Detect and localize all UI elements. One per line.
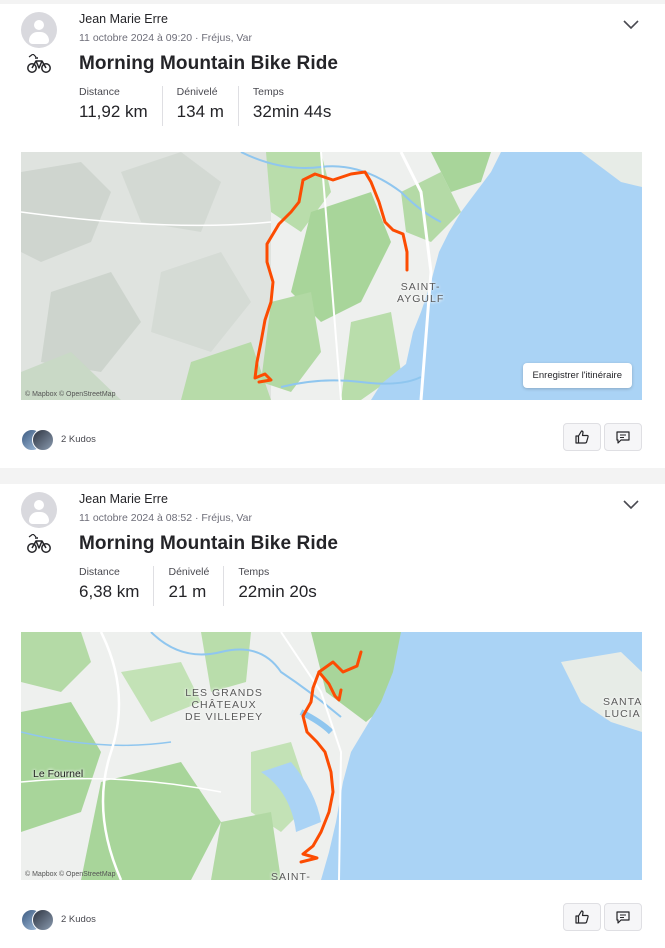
stat-value: 134 m	[176, 102, 224, 121]
stat-value: 6,38 km	[79, 582, 140, 601]
stat-label: Temps	[252, 86, 284, 98]
stats-row: Distance 11,92 km Dénivelé 134 m Temps 3…	[79, 86, 359, 126]
athlete-avatar[interactable]	[21, 492, 57, 528]
stat-label: Distance	[79, 566, 120, 578]
kudoer-avatar[interactable]	[32, 909, 54, 931]
activity-card: Jean Marie Erre 11 octobre 2024 à 08:52 …	[0, 484, 665, 948]
stat-label: Distance	[79, 86, 120, 98]
stat-value: 22min 20s	[238, 582, 317, 601]
place-label: SANTA LUCIA	[603, 696, 642, 720]
comment-button[interactable]	[604, 903, 642, 931]
give-kudos-button[interactable]	[563, 903, 601, 931]
mountain-bike-icon	[27, 54, 51, 73]
place-label: Le Fournel	[33, 768, 84, 780]
comment-icon	[616, 431, 630, 444]
activity-meta: 11 octobre 2024 à 09:20 · Fréjus, Var	[79, 32, 252, 44]
route-map[interactable]: SAINT- AYGULF © Mapbox © OpenStreetMap E…	[21, 152, 642, 400]
kudos-count[interactable]: 2 Kudos	[61, 914, 96, 925]
stat-value: 21 m	[168, 582, 207, 601]
activity-title[interactable]: Morning Mountain Bike Ride	[79, 533, 338, 555]
stats-row: Distance 6,38 km Dénivelé 21 m Temps 22m…	[79, 566, 345, 606]
kudos-count[interactable]: 2 Kudos	[61, 434, 96, 445]
stat-label: Dénivelé	[176, 86, 218, 98]
stat-label: Dénivelé	[168, 566, 210, 578]
place-label: SAINT- AYGULF	[397, 281, 445, 305]
route-map[interactable]: LES GRANDS CHÂTEAUX DE VILLEPEY Le Fourn…	[21, 632, 642, 880]
stat-time: Temps 32min 44s	[253, 86, 345, 126]
give-kudos-button[interactable]	[563, 423, 601, 451]
map-attribution[interactable]: © Mapbox © OpenStreetMap	[25, 391, 115, 398]
avatar-body	[29, 512, 49, 524]
stat-elevation: Dénivelé 134 m	[177, 86, 239, 126]
place-label: SAINT-	[271, 871, 311, 880]
mountain-bike-icon	[27, 534, 51, 553]
map-canvas	[21, 632, 642, 880]
thumbs-up-icon	[575, 910, 589, 924]
kudos-avatars[interactable]	[21, 429, 61, 451]
comment-icon	[616, 911, 630, 924]
kudoer-avatar[interactable]	[32, 429, 54, 451]
place-label: LES GRANDS CHÂTEAUX DE VILLEPEY	[185, 687, 264, 723]
avatar-head	[34, 500, 44, 510]
stat-distance: Distance 11,92 km	[79, 86, 163, 126]
athlete-avatar[interactable]	[21, 12, 57, 48]
map-attribution[interactable]: © Mapbox © OpenStreetMap	[25, 871, 115, 878]
stat-label: Temps	[238, 566, 270, 578]
stat-distance: Distance 6,38 km	[79, 566, 155, 606]
activity-meta: 11 octobre 2024 à 08:52 · Fréjus, Var	[79, 512, 252, 524]
avatar-body	[29, 32, 49, 44]
athlete-name[interactable]: Jean Marie Erre	[79, 12, 168, 26]
thumbs-up-icon	[575, 430, 589, 444]
activity-title[interactable]: Morning Mountain Bike Ride	[79, 53, 338, 75]
stat-elevation: Dénivelé 21 m	[168, 566, 225, 606]
chevron-down-icon[interactable]	[622, 498, 640, 510]
avatar-head	[34, 20, 44, 30]
athlete-name[interactable]: Jean Marie Erre	[79, 492, 168, 506]
kudos-avatars[interactable]	[21, 909, 61, 931]
comment-button[interactable]	[604, 423, 642, 451]
stat-value: 32min 44s	[252, 102, 332, 121]
stat-time: Temps 22min 20s	[238, 566, 330, 606]
stat-value: 11,92 km	[79, 102, 148, 121]
chevron-down-icon[interactable]	[622, 18, 640, 30]
activity-card: Jean Marie Erre 11 octobre 2024 à 09:20 …	[0, 4, 665, 468]
save-route-button[interactable]: Enregistrer l'itinéraire	[522, 363, 632, 388]
